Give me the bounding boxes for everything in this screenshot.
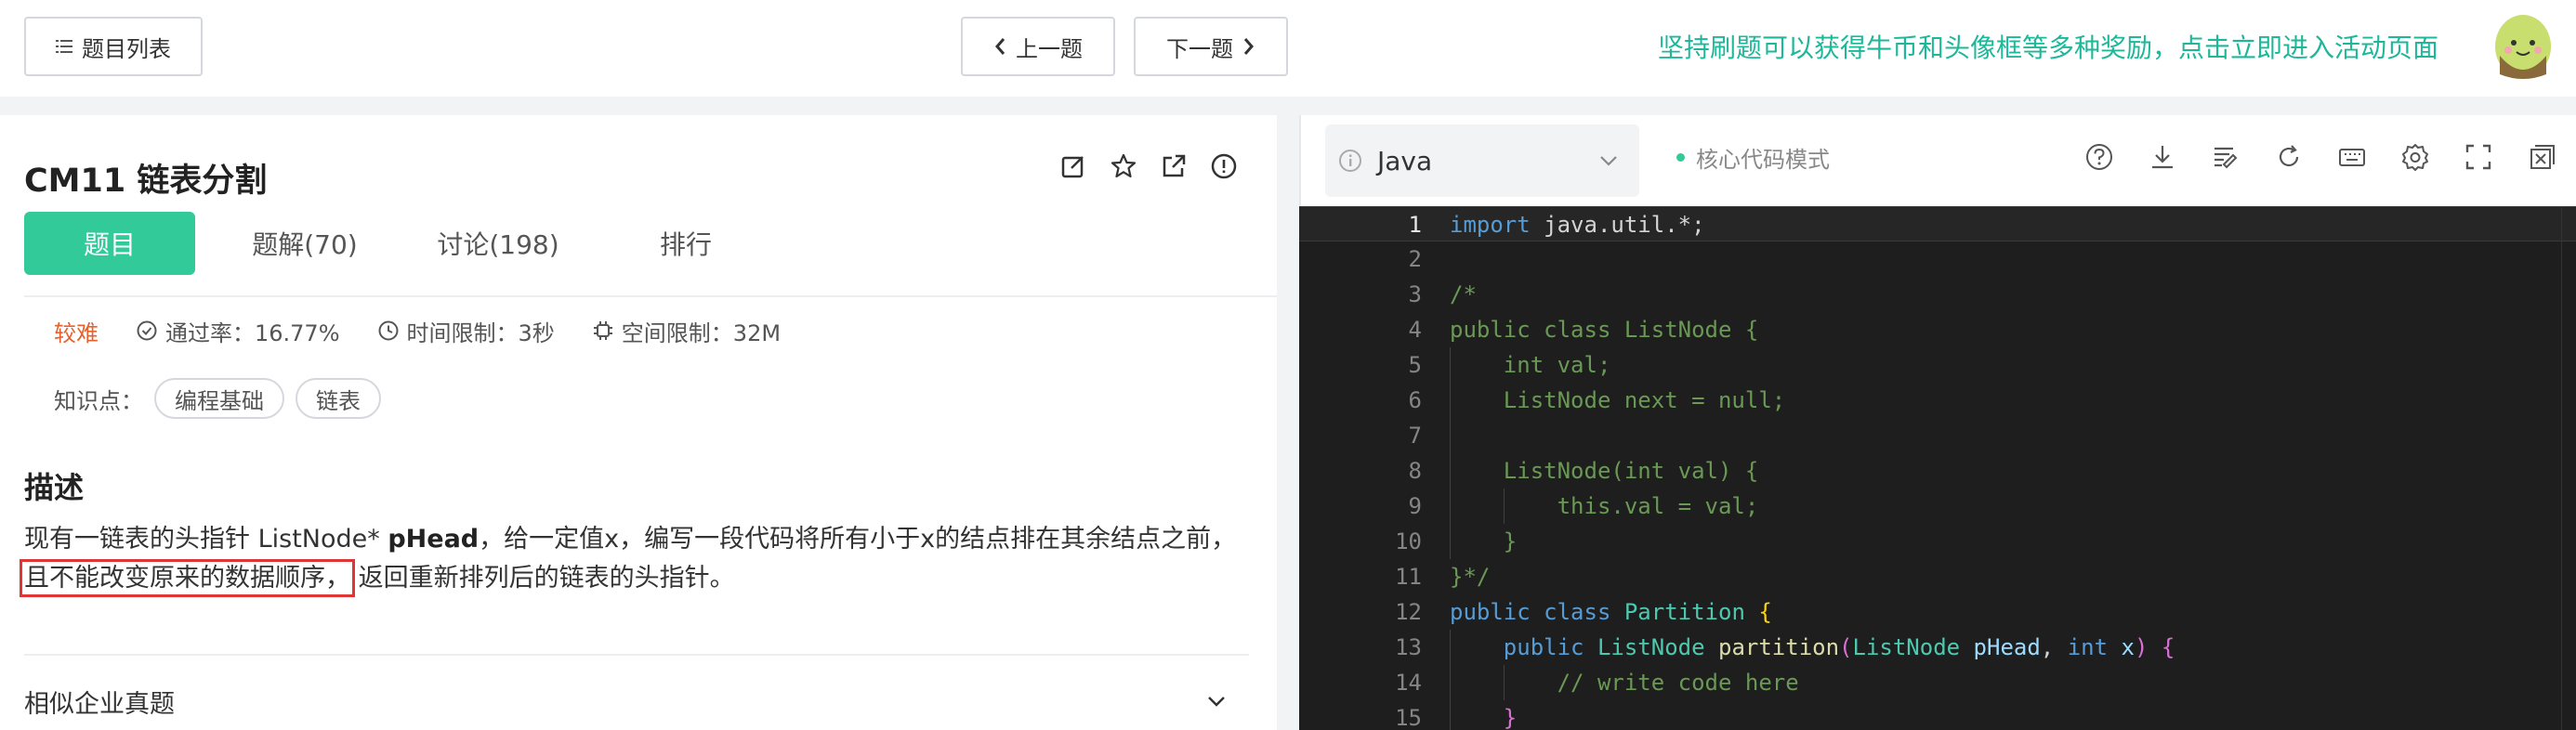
time-limit-text: 时间限制：3秒 bbox=[406, 319, 555, 346]
code-line: 15 } bbox=[1299, 700, 2576, 730]
tab-problem[interactable]: 题目 bbox=[24, 212, 195, 275]
edit-icon[interactable] bbox=[1059, 152, 1087, 180]
line-number: 1 bbox=[1408, 212, 1422, 238]
code-area[interactable]: 1 import java.util.*; 2 3/* 4 public class… bbox=[1299, 206, 2576, 730]
description-heading: 描述 bbox=[24, 470, 85, 505]
chevron-down-icon bbox=[1600, 156, 1617, 166]
desc-text: ，给一定值x，编写一段代码将所有小于x的结点排在其余结点之前， bbox=[479, 525, 1237, 554]
star-icon[interactable] bbox=[1110, 152, 1137, 180]
report-icon[interactable] bbox=[1210, 152, 1238, 180]
code-line: 14 // write code here bbox=[1299, 665, 2576, 700]
code-line: 3/* bbox=[1299, 277, 2576, 312]
space-limit-text: 空间限制：32M bbox=[621, 319, 782, 346]
code-line: 7 bbox=[1299, 418, 2576, 453]
line-number: 5 bbox=[1408, 352, 1422, 378]
problem-list-label: 题目列表 bbox=[82, 35, 171, 62]
promo-link[interactable]: 坚持刷题可以获得牛币和头像框等多种奖励，点击立即进入活动页面 bbox=[1658, 28, 2438, 65]
prev-problem-button[interactable]: 上一题 bbox=[961, 17, 1115, 76]
tab-solutions[interactable]: 题解(70) bbox=[219, 212, 390, 275]
knowledge-tag[interactable]: 链表 bbox=[296, 378, 381, 419]
code-line: 1 import java.util.*; bbox=[1299, 206, 2576, 241]
line-number: 11 bbox=[1395, 564, 1422, 590]
close-panel-icon[interactable] bbox=[2526, 141, 2557, 173]
settings-icon[interactable] bbox=[2399, 141, 2431, 173]
mode-dot-icon bbox=[1676, 153, 1685, 162]
editor-toolbar: Java 核心代码模式 bbox=[1299, 115, 2576, 206]
code-line: 6 ListNode next = null; bbox=[1299, 383, 2576, 418]
knowledge-label: 知识点： bbox=[54, 387, 143, 414]
code-line: 8 ListNode(int val) { bbox=[1299, 453, 2576, 489]
problem-title: CM11 链表分割 bbox=[24, 163, 268, 200]
info-icon bbox=[1339, 150, 1361, 172]
line-number: 8 bbox=[1408, 458, 1422, 484]
tab-ranking[interactable]: 排行 bbox=[600, 212, 771, 275]
problem-list-button[interactable]: 题目列表 bbox=[24, 17, 203, 76]
problem-tabs: 题目 题解(70) 讨论(198) 排行 bbox=[24, 212, 1277, 297]
chevron-down-icon[interactable] bbox=[1204, 689, 1229, 713]
code-line: 4 public class ListNode { bbox=[1299, 312, 2576, 347]
editor-actions bbox=[2083, 141, 2557, 173]
clock-icon bbox=[378, 320, 399, 341]
title-actions bbox=[1059, 152, 1238, 180]
code-line: 2 bbox=[1299, 241, 2576, 277]
check-circle-icon bbox=[137, 320, 157, 341]
similar-questions-toggle[interactable]: 相似企业真题 bbox=[24, 684, 175, 720]
line-number: 6 bbox=[1408, 387, 1422, 413]
desc-text: 返回重新排列后的链表的头指针。 bbox=[358, 564, 735, 593]
problem-panel: CM11 链表分割 题目 题解(70) 讨论(198) 排行 较难 通过率：16… bbox=[0, 115, 1277, 730]
pass-rate: 通过率：16.77% bbox=[136, 315, 340, 347]
code-line: 12 public class Partition { bbox=[1299, 594, 2576, 630]
code-mode-label: 核心代码模式 bbox=[1696, 147, 1830, 173]
line-number: 12 bbox=[1395, 599, 1422, 625]
code-editor-panel: Java 核心代码模式 1 import java.util.*; 2 3/* 4… bbox=[1299, 115, 2576, 730]
highlighted-phrase: 且不能改变原来的数据顺序， bbox=[20, 559, 355, 597]
share-icon[interactable] bbox=[1160, 152, 1188, 180]
tab-discussion[interactable]: 讨论(198) bbox=[405, 212, 591, 275]
space-limit: 空间限制：32M bbox=[592, 315, 781, 347]
help-icon[interactable] bbox=[2083, 141, 2115, 173]
chip-icon bbox=[593, 321, 612, 340]
line-number: 9 bbox=[1408, 493, 1422, 519]
code-line: 10 } bbox=[1299, 524, 2576, 559]
fullscreen-icon[interactable] bbox=[2463, 141, 2494, 173]
code-line: 13 public ListNode partition(ListNode pH… bbox=[1299, 630, 2576, 665]
chevron-right-icon bbox=[1243, 38, 1254, 55]
pass-rate-text: 通过率：16.77% bbox=[165, 319, 340, 346]
avatar[interactable] bbox=[2491, 9, 2556, 80]
problem-meta: 较难 通过率：16.77% 时间限制：3秒 空间限制：32M bbox=[54, 312, 818, 349]
line-number: 14 bbox=[1395, 670, 1422, 696]
code-line: 11}*/ bbox=[1299, 559, 2576, 594]
line-number: 4 bbox=[1408, 317, 1422, 343]
line-number: 13 bbox=[1395, 634, 1422, 660]
editor-scrollbar[interactable] bbox=[2561, 206, 2576, 730]
desc-bold-term: pHead bbox=[388, 525, 480, 554]
list-icon bbox=[56, 40, 72, 53]
code-line: 5 int val; bbox=[1299, 347, 2576, 383]
code-mode[interactable]: 核心代码模式 bbox=[1676, 141, 1830, 174]
divider bbox=[24, 654, 1249, 656]
line-number: 15 bbox=[1395, 705, 1422, 730]
reset-icon[interactable] bbox=[2273, 141, 2305, 173]
code-line: 9 this.val = val; bbox=[1299, 489, 2576, 524]
knowledge-tag[interactable]: 编程基础 bbox=[154, 378, 284, 419]
next-problem-button[interactable]: 下一题 bbox=[1134, 17, 1288, 76]
download-icon[interactable] bbox=[2147, 141, 2178, 173]
format-code-icon[interactable] bbox=[2210, 141, 2241, 173]
line-number: 10 bbox=[1395, 528, 1422, 554]
line-number: 3 bbox=[1408, 281, 1422, 307]
knowledge-points: 知识点： 编程基础 链表 bbox=[54, 377, 381, 420]
difficulty-badge: 较难 bbox=[54, 319, 99, 346]
next-problem-label: 下一题 bbox=[1166, 35, 1233, 62]
language-select[interactable]: Java bbox=[1325, 124, 1639, 197]
prev-problem-label: 上一题 bbox=[1016, 35, 1083, 62]
keyboard-icon[interactable] bbox=[2336, 141, 2368, 173]
line-number: 7 bbox=[1408, 423, 1422, 449]
language-value: Java bbox=[1377, 145, 1433, 176]
desc-text: 现有一链表的头指针 ListNode* bbox=[24, 525, 388, 554]
problem-description: 现有一链表的头指针 ListNode* pHead，给一定值x，编写一段代码将所… bbox=[20, 520, 1260, 598]
line-number: 2 bbox=[1408, 246, 1422, 272]
top-bar: 题目列表 上一题 下一题 坚持刷题可以获得牛币和头像框等多种奖励，点击立即进入活… bbox=[0, 0, 2576, 97]
chevron-left-icon bbox=[995, 38, 1005, 55]
time-limit: 时间限制：3秒 bbox=[377, 315, 555, 347]
